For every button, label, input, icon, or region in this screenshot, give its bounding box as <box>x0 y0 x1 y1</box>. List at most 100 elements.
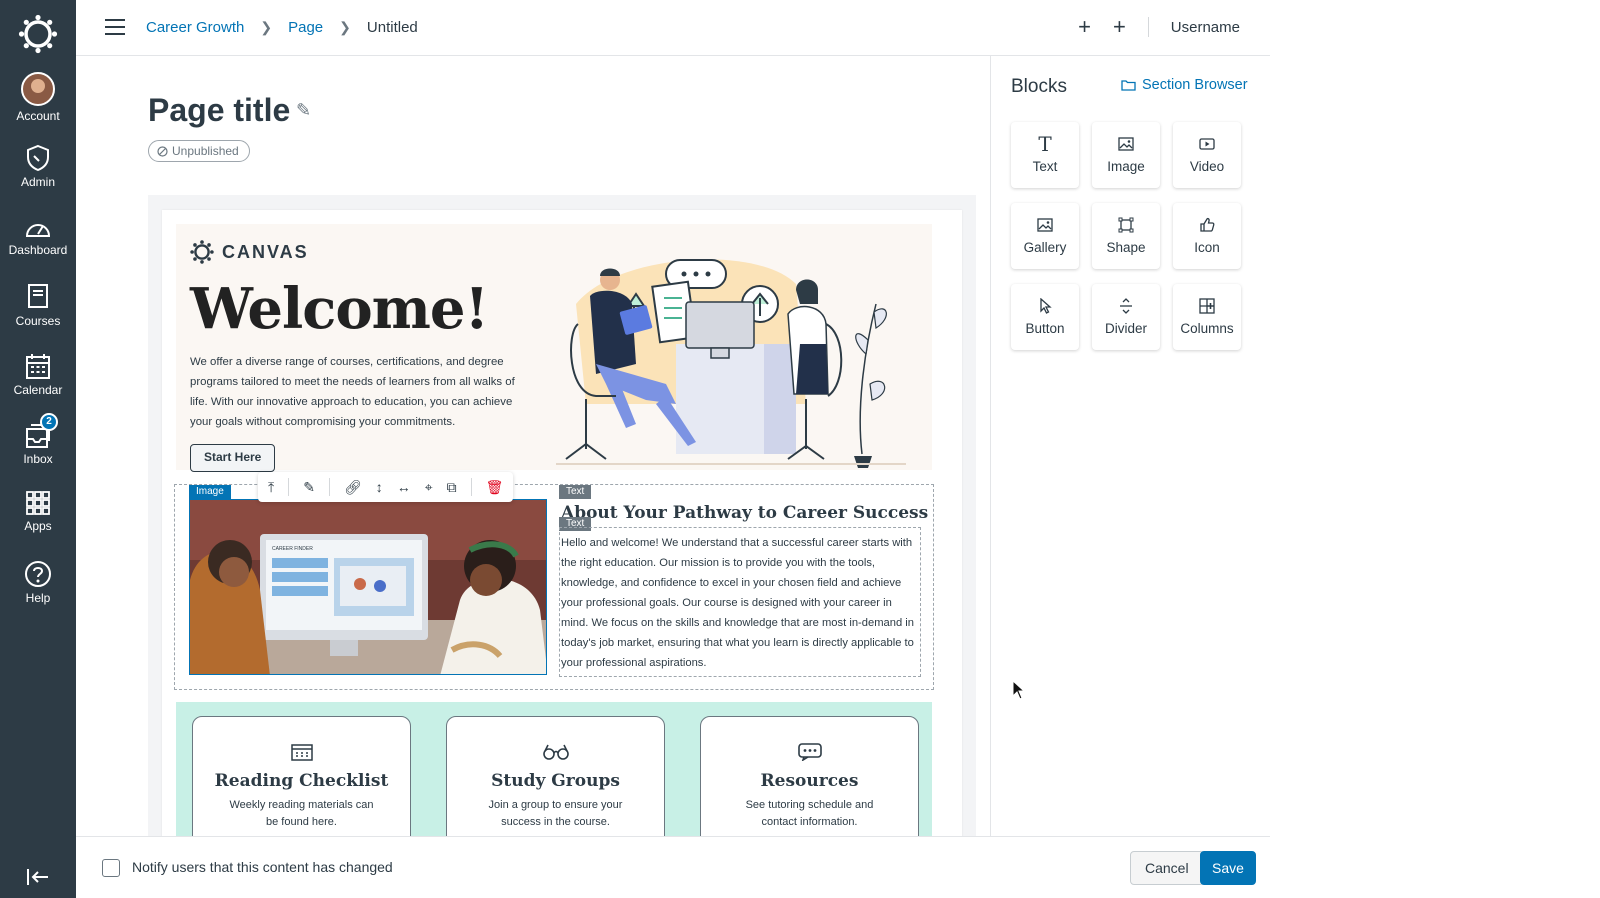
desktop-background <box>1270 0 1600 898</box>
chat-bubble-icon <box>797 743 822 762</box>
link-icon[interactable]: 🔗︎ <box>344 479 362 496</box>
nav-help-label: Help <box>25 591 51 605</box>
apps-grid-icon <box>26 491 50 515</box>
divider <box>1147 17 1149 37</box>
shape-square-icon <box>1118 217 1134 233</box>
save-button[interactable]: Save <box>1200 851 1256 885</box>
block-gallery[interactable]: Gallery <box>1011 203 1079 269</box>
align-horizontal-icon[interactable]: ↔ <box>397 479 411 495</box>
video-icon <box>1199 138 1215 150</box>
inbox-unread-badge: 2 <box>40 413 58 431</box>
block-button[interactable]: Button <box>1011 284 1079 350</box>
block-label: Video <box>1189 159 1225 174</box>
image-icon <box>1118 137 1134 151</box>
card-resources[interactable]: Resources See tutoring schedule and cont… <box>700 716 919 836</box>
nav-dashboard[interactable]: Dashboard <box>0 216 76 257</box>
topbar-actions: + + Username <box>1078 16 1240 38</box>
card-desc: See tutoring schedule and contact inform… <box>745 799 874 828</box>
block-label: Icon <box>1194 240 1220 255</box>
block-text[interactable]: T Text <box>1011 122 1079 188</box>
notify-users-label[interactable]: Notify users that this content has chang… <box>132 859 393 875</box>
page-title[interactable]: Page title <box>148 92 290 129</box>
nav-calendar[interactable]: Calendar <box>0 352 76 397</box>
plus-icon[interactable]: + <box>1078 16 1091 38</box>
breadcrumb-page[interactable]: Page <box>288 19 323 36</box>
card-title: Reading Checklist <box>214 771 389 791</box>
unpublished-icon <box>157 145 168 157</box>
breadcrumb-current: Untitled <box>366 19 418 36</box>
mouse-cursor-icon <box>1012 680 1026 700</box>
notify-users-checkbox[interactable] <box>102 859 120 877</box>
book-icon <box>28 284 48 308</box>
monitor-app-header: CAREER FINDER <box>272 546 313 552</box>
divider <box>470 478 472 496</box>
blocks-panel-title: Blocks <box>1011 76 1067 97</box>
card-study-groups[interactable]: Study Groups Join a group to ensure your… <box>446 716 665 836</box>
hamburger-menu-icon[interactable] <box>104 18 126 36</box>
pin-icon[interactable]: ⌖ <box>425 479 433 496</box>
selected-columns-section[interactable]: Image CAREER FINDER Text About Your Path… <box>174 484 934 690</box>
upload-icon[interactable]: ⤒ <box>268 479 274 496</box>
nav-apps[interactable]: Apps <box>0 490 76 533</box>
nav-courses-label: Courses <box>15 314 61 328</box>
block-label: Text <box>1032 159 1058 174</box>
nav-courses[interactable]: Courses <box>0 283 76 328</box>
card-reading-checklist[interactable]: Reading Checklist Weekly reading materia… <box>192 716 411 836</box>
nav-inbox-label: Inbox <box>23 452 53 466</box>
nav-account[interactable]: Account <box>0 72 76 123</box>
chevron-right-icon: ❯ <box>339 19 351 35</box>
canvas-stage: CANVAS Welcome! We offer a diverse range… <box>148 195 976 836</box>
plus-icon[interactable]: + <box>1113 16 1126 38</box>
students-image[interactable]: CAREER FINDER <box>189 499 547 675</box>
section-browser-link[interactable]: Section Browser <box>1121 77 1248 93</box>
block-icon[interactable]: Icon <box>1173 203 1241 269</box>
divider <box>328 478 330 496</box>
block-video[interactable]: Video <box>1173 122 1241 188</box>
block-label: Button <box>1025 321 1065 336</box>
text-block-tag: Text <box>559 485 592 499</box>
thumbs-up-icon <box>1200 217 1215 232</box>
folder-icon <box>1121 80 1136 91</box>
about-body-text[interactable]: Hello and welcome! We understand that a … <box>561 533 921 673</box>
divider <box>288 478 290 496</box>
block-columns[interactable]: Columns <box>1173 284 1241 350</box>
card-title: Resources <box>760 771 859 791</box>
calendar-grid-icon <box>290 744 313 761</box>
block-divider[interactable]: Divider <box>1092 284 1160 350</box>
collapse-nav-icon[interactable] <box>26 868 50 886</box>
username-menu[interactable]: Username <box>1171 19 1240 36</box>
shield-icon <box>27 144 49 172</box>
cards-section[interactable]: Reading Checklist Weekly reading materia… <box>176 702 932 836</box>
breadcrumb-career-growth[interactable]: Career Growth <box>146 19 244 36</box>
blocks-panel: Blocks Section Browser T Text Image Vide… <box>990 56 1270 836</box>
block-shape[interactable]: Shape <box>1092 203 1160 269</box>
about-heading[interactable]: About Your Pathway to Career Success <box>561 503 928 523</box>
canvas-logo-icon <box>190 240 214 264</box>
status-badge[interactable]: Unpublished <box>148 140 250 162</box>
hero-section[interactable]: CANVAS Welcome! We offer a diverse range… <box>176 224 932 472</box>
pencil-edit-icon[interactable]: ✎ <box>296 100 311 121</box>
trash-icon[interactable]: 🗑︎ <box>486 479 504 496</box>
pencil-edit-icon[interactable]: ✎ <box>303 479 315 496</box>
gallery-icon <box>1037 218 1053 232</box>
canvas-logo-icon[interactable] <box>18 14 58 54</box>
align-vertical-icon[interactable]: ↕ <box>376 479 383 495</box>
nav-admin[interactable]: Admin <box>0 144 76 189</box>
nav-apps-label: Apps <box>24 519 52 533</box>
divider-arrows-icon <box>1120 298 1132 314</box>
nav-account-label: Account <box>16 109 60 123</box>
block-image[interactable]: Image <box>1092 122 1160 188</box>
students-photo: CAREER FINDER <box>190 500 546 674</box>
nav-help[interactable]: Help <box>0 560 76 605</box>
card-desc: Join a group to ensure your success in t… <box>488 799 623 828</box>
top-bar: Career Growth ❯ Page ❯ Untitled + + User… <box>76 0 1270 56</box>
start-here-button[interactable]: Start Here <box>190 444 276 472</box>
card-title: Study Groups <box>491 771 620 791</box>
status-badge-label: Unpublished <box>172 144 239 158</box>
cancel-button[interactable]: Cancel <box>1130 851 1204 885</box>
block-label: Columns <box>1180 321 1234 336</box>
nav-calendar-label: Calendar <box>13 383 63 397</box>
nav-inbox[interactable]: 2 Inbox <box>0 413 76 466</box>
chevron-right-icon: ❯ <box>260 19 273 35</box>
duplicate-icon[interactable]: ⧉ <box>447 479 457 496</box>
